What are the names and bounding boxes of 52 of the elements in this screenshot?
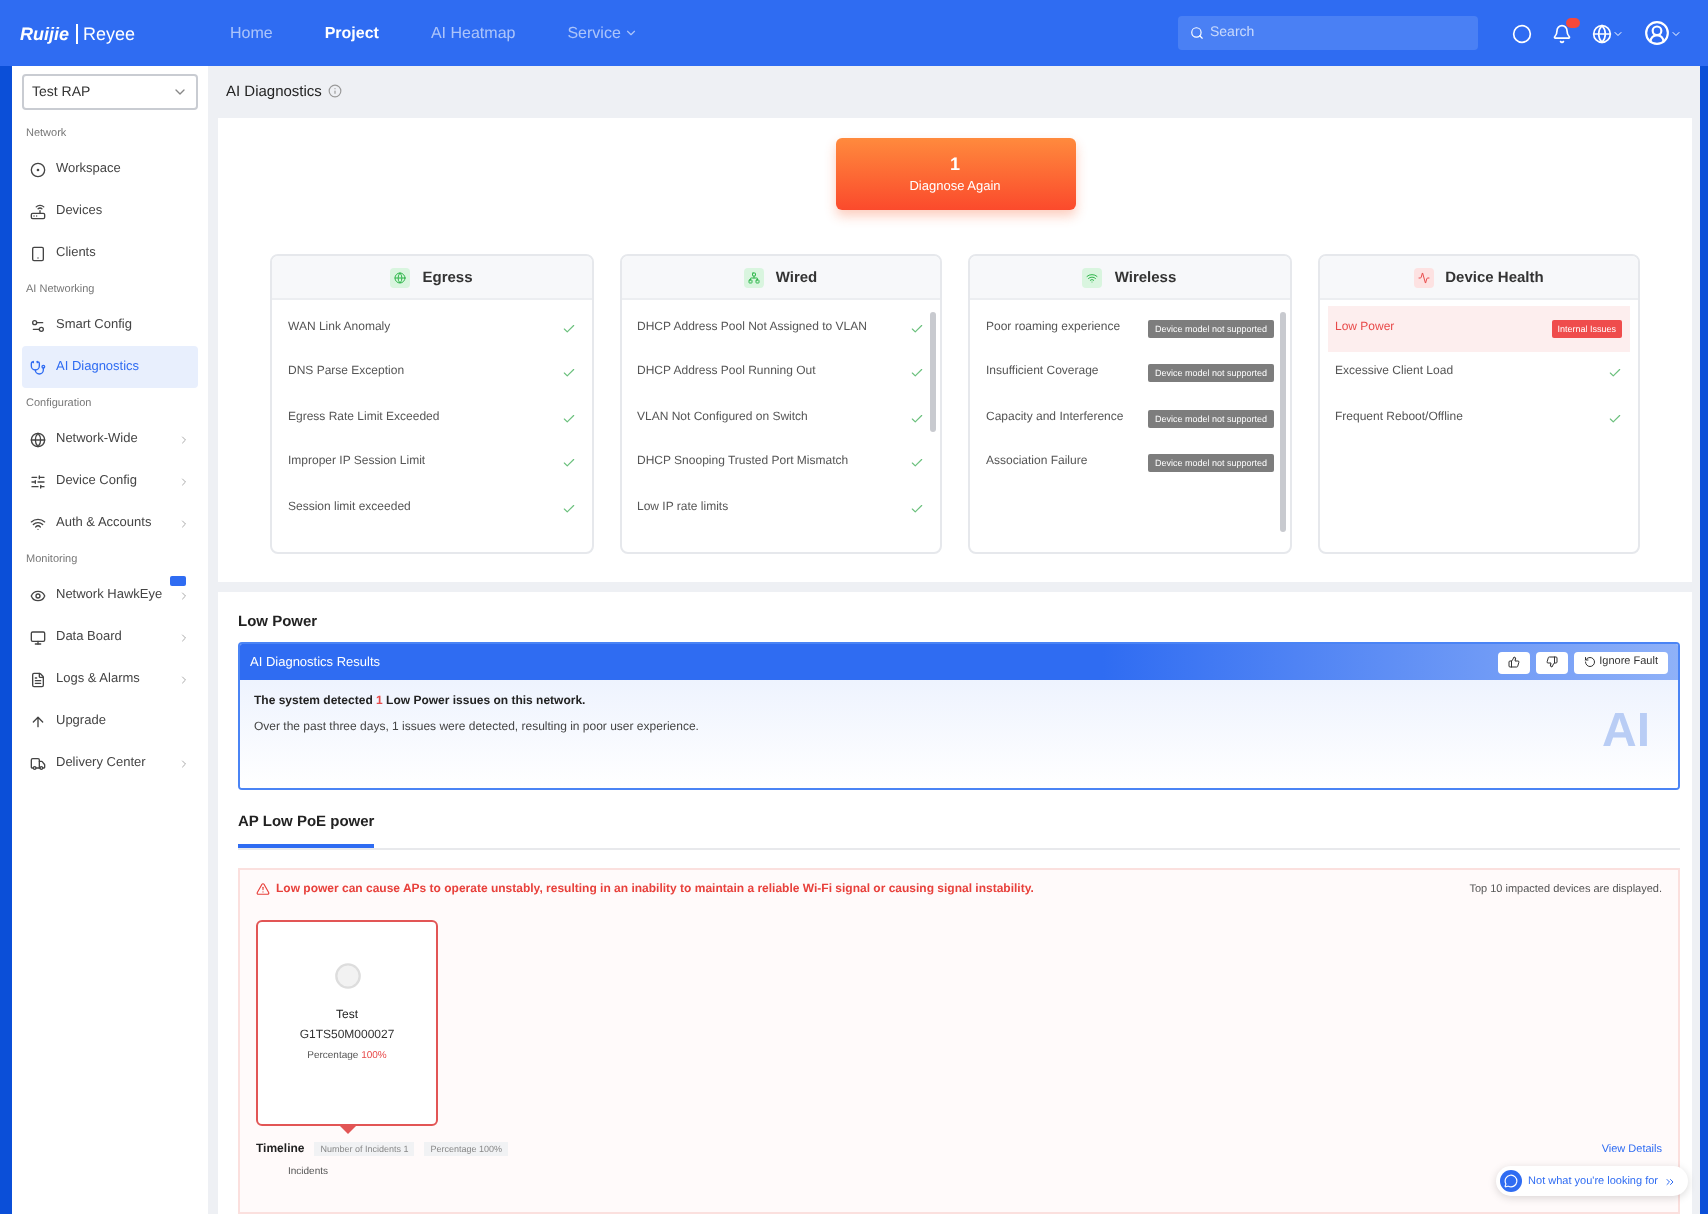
stethoscope-icon [30,359,46,375]
check-icon [1608,366,1622,381]
warning-icon [256,882,270,896]
scrollbar[interactable] [930,312,936,432]
wifi-icon [30,515,46,531]
check-icon [561,411,575,426]
check-icon [561,456,575,471]
thumbs-up-button[interactable] [1497,651,1530,673]
brand-logo[interactable]: Ruijie Reyee [20,23,204,43]
device-icon [333,962,361,990]
chevron-icon [178,517,190,529]
globe-icon [30,431,46,447]
check-icon [910,366,924,381]
chevron-icon [178,631,190,643]
check-icon [561,366,575,381]
chevron-icon [178,475,190,487]
caret-icon [172,84,188,100]
chevron-icon [178,757,190,769]
circle-dot-icon [30,161,46,177]
document-icon [30,671,46,687]
language-icon[interactable] [1592,23,1624,43]
chevrons-icon [1664,1175,1676,1187]
avatar-icon[interactable] [1644,20,1682,46]
eye-icon [30,587,46,603]
reset-icon [1583,656,1596,668]
chevron-icon [178,673,190,685]
check-icon [561,321,575,336]
check-icon [561,501,575,516]
check-icon [1608,411,1622,426]
ai-watermark: AI [1602,704,1650,760]
check-icon [910,321,924,336]
arrow-up-icon [30,713,46,729]
thumbs-up-icon [1507,656,1520,668]
tablet-icon [30,245,46,261]
monitor-icon [30,629,46,645]
sliders-icon [30,473,46,489]
chat-icon [1500,1170,1523,1192]
thumbs-down-icon [1545,656,1558,668]
check-icon [910,411,924,426]
router-icon [30,203,46,219]
caret-icon [624,26,639,40]
chevron-icon [178,433,190,445]
truck-icon [30,755,46,771]
pointer-icon [340,1126,356,1134]
thumbs-down-button[interactable] [1535,651,1568,673]
check-icon [910,456,924,471]
new-badge [170,576,186,586]
nav-tab[interactable]: Project [298,24,405,42]
chevron-icon [178,589,190,601]
info-icon[interactable] [327,83,342,97]
scrollbar[interactable] [1279,312,1285,532]
check-icon [910,501,924,516]
